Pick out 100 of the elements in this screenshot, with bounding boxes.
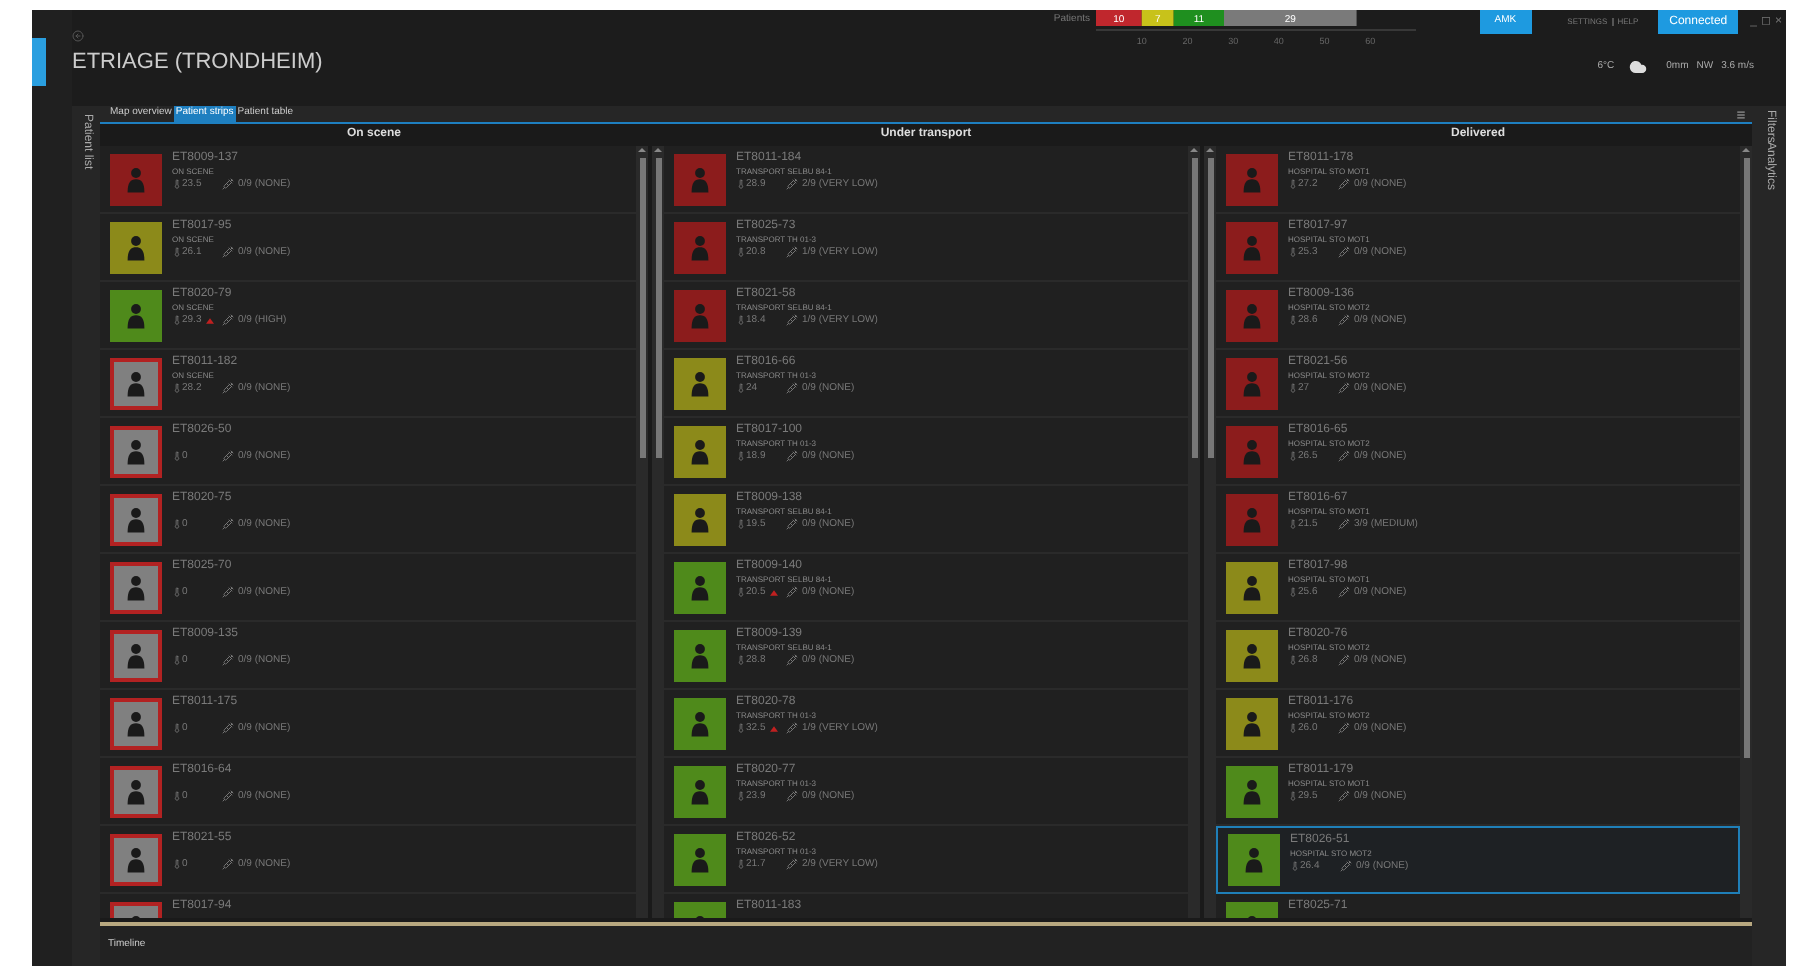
- syringe-icon: [1338, 790, 1350, 802]
- syringe-icon: [1340, 860, 1352, 872]
- syringe-icon: [222, 790, 234, 802]
- thermometer-icon: [1288, 586, 1298, 598]
- person-icon: [1238, 233, 1266, 261]
- thermometer-icon: [1288, 178, 1298, 190]
- thermometer-icon: [172, 314, 182, 326]
- syringe-icon: [1338, 518, 1350, 530]
- syringe-icon: [222, 518, 234, 530]
- syringe-icon: [222, 382, 234, 394]
- person-icon: [1238, 777, 1266, 805]
- thermometer-icon: [172, 790, 182, 802]
- person-icon: [122, 573, 150, 601]
- thermometer-icon: [172, 178, 182, 190]
- person-icon: [122, 845, 150, 873]
- person-icon: [1238, 573, 1266, 601]
- thermometer-icon: [172, 450, 182, 462]
- thermometer-icon: [1288, 518, 1298, 530]
- syringe-icon: [222, 654, 234, 666]
- back-icon[interactable]: [72, 30, 84, 42]
- thermometer-icon: [172, 858, 182, 870]
- person-icon: [686, 573, 714, 601]
- thermometer-icon: [1288, 790, 1298, 802]
- person-icon: [122, 233, 150, 261]
- thermometer-icon: [172, 654, 182, 666]
- person-icon: [1238, 165, 1266, 193]
- thermometer-icon: [1288, 246, 1298, 258]
- syringe-icon: [222, 722, 234, 734]
- person-icon: [1238, 709, 1266, 737]
- thermometer-icon: [172, 518, 182, 530]
- thermometer-icon: [736, 518, 746, 530]
- scrollbar[interactable]: [652, 146, 664, 918]
- syringe-icon: [786, 858, 798, 870]
- thermometer-icon: [1288, 382, 1298, 394]
- syringe-icon: [786, 790, 798, 802]
- syringe-icon: [222, 314, 234, 326]
- person-icon: [122, 437, 150, 465]
- syringe-icon: [1338, 450, 1350, 462]
- thermometer-icon: [736, 654, 746, 666]
- person-icon: [1240, 846, 1268, 874]
- person-icon: [122, 369, 150, 397]
- thermometer-icon: [1288, 722, 1298, 734]
- scrollbar[interactable]: [1204, 146, 1216, 918]
- thermometer-icon: [1288, 314, 1298, 326]
- person-icon: [686, 369, 714, 397]
- syringe-icon: [786, 178, 798, 190]
- syringe-icon: [786, 314, 798, 326]
- thermometer-icon: [736, 722, 746, 734]
- syringe-icon: [222, 450, 234, 462]
- scrollbar[interactable]: [636, 146, 648, 918]
- syringe-icon: [786, 382, 798, 394]
- person-icon: [686, 165, 714, 193]
- thermometer-icon: [736, 858, 746, 870]
- person-icon: [686, 641, 714, 669]
- person-icon: [686, 505, 714, 533]
- person-icon: [686, 233, 714, 261]
- person-icon: [686, 709, 714, 737]
- thermometer-icon: [172, 722, 182, 734]
- scrollbar[interactable]: [1188, 146, 1200, 918]
- thermometer-icon: [736, 382, 746, 394]
- thermometer-icon: [736, 314, 746, 326]
- syringe-icon: [1338, 314, 1350, 326]
- person-icon: [122, 301, 150, 329]
- thermometer-icon: [1288, 450, 1298, 462]
- person-icon: [1238, 641, 1266, 669]
- person-icon: [1238, 437, 1266, 465]
- person-icon: [686, 845, 714, 873]
- syringe-icon: [222, 246, 234, 258]
- thermometer-icon: [736, 178, 746, 190]
- syringe-icon: [786, 450, 798, 462]
- syringe-icon: [1338, 178, 1350, 190]
- person-icon: [122, 165, 150, 193]
- syringe-icon: [1338, 246, 1350, 258]
- syringe-icon: [222, 178, 234, 190]
- syringe-icon: [786, 518, 798, 530]
- syringe-icon: [1338, 722, 1350, 734]
- syringe-icon: [1338, 586, 1350, 598]
- person-icon: [1238, 301, 1266, 329]
- app-title: ETRIAGE (TRONDHEIM): [72, 48, 323, 78]
- person-icon: [686, 301, 714, 329]
- thermometer-icon: [736, 450, 746, 462]
- menu-icon[interactable]: [1736, 109, 1746, 119]
- thermometer-icon: [1290, 860, 1300, 872]
- syringe-icon: [786, 246, 798, 258]
- thermometer-icon: [736, 246, 746, 258]
- person-icon: [122, 505, 150, 533]
- syringe-icon: [786, 586, 798, 598]
- syringe-icon: [786, 654, 798, 666]
- thermometer-icon: [172, 586, 182, 598]
- person-icon: [1238, 505, 1266, 533]
- thermometer-icon: [736, 586, 746, 598]
- thermometer-icon: [1288, 654, 1298, 666]
- syringe-icon: [222, 586, 234, 598]
- thermometer-icon: [736, 790, 746, 802]
- thermometer-icon: [172, 246, 182, 258]
- syringe-icon: [1338, 654, 1350, 666]
- syringe-icon: [786, 722, 798, 734]
- person-icon: [686, 437, 714, 465]
- scrollbar[interactable]: [1740, 146, 1752, 918]
- thermometer-icon: [172, 382, 182, 394]
